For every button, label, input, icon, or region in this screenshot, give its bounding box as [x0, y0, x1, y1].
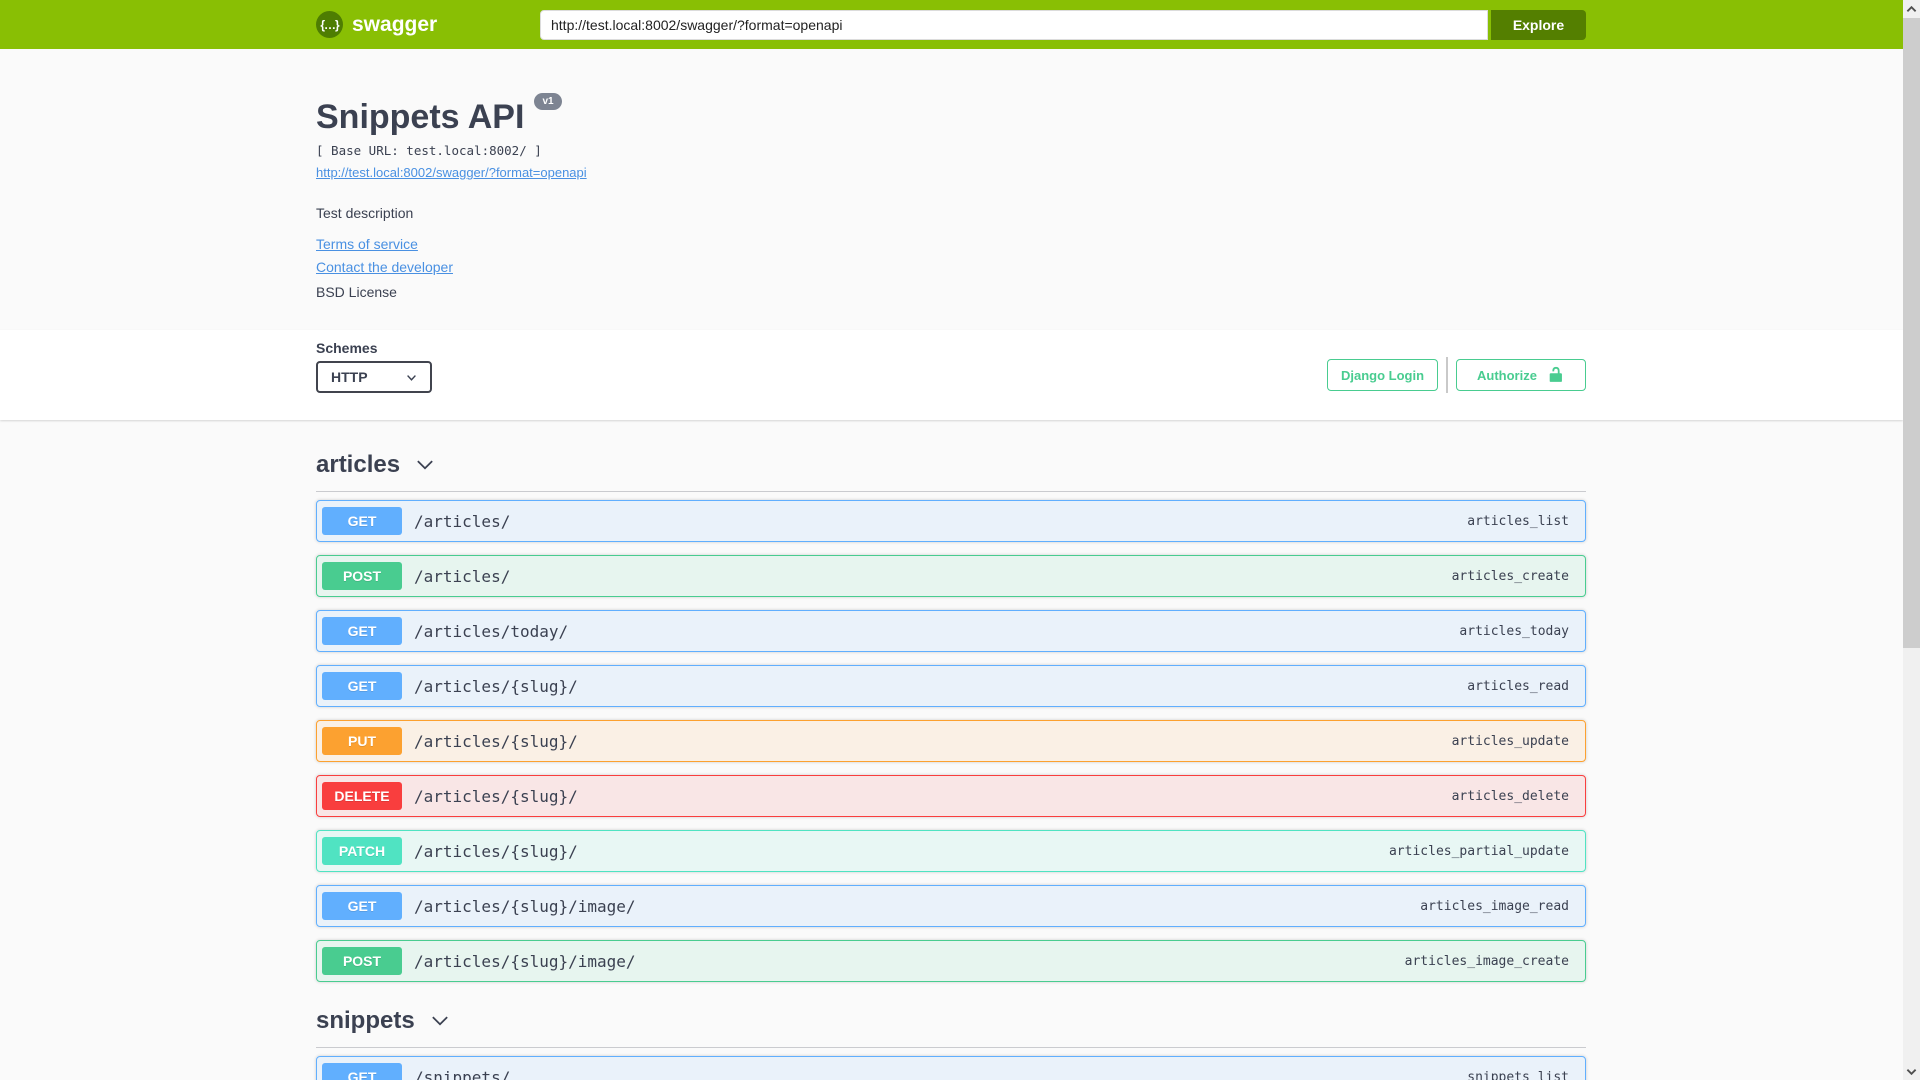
operation-id: articles_delete [1451, 788, 1569, 804]
scroll-up-button[interactable] [1903, 0, 1920, 17]
method-badge: GET [322, 507, 402, 536]
operation-row[interactable]: GET /articles/ articles_list [316, 500, 1586, 543]
operation-id: articles_partial_update [1388, 843, 1569, 859]
method-badge: GET [322, 672, 402, 701]
base-url: [ Base URL: test.local:8002/ ] [316, 143, 542, 159]
schemes-selected-value: HTTP [331, 369, 368, 386]
operation-path: /articles/{slug}/ [414, 841, 578, 861]
unlock-icon [1547, 366, 1565, 384]
scrollbar[interactable] [1903, 0, 1920, 1080]
license-text: BSD License [316, 284, 397, 301]
section-divider [316, 1047, 1586, 1049]
swagger-logo[interactable]: {…} swagger [316, 11, 437, 38]
schemes-block: Schemes HTTP [316, 340, 432, 394]
terms-of-service-link[interactable]: Terms of service [316, 236, 418, 252]
django-login-button[interactable]: Django Login [1327, 359, 1438, 392]
operation-id: articles_image_read [1420, 898, 1569, 914]
operation-path: /articles/{slug}/ [414, 676, 578, 696]
chevron-down-icon[interactable] [414, 454, 436, 476]
method-badge: POST [322, 947, 402, 976]
operation-row[interactable]: GET /snippets/ snippets_list [316, 1056, 1586, 1080]
download-url-form: Explore [540, 9, 1586, 40]
schemes-label: Schemes [316, 340, 378, 357]
chevron-down-icon [405, 371, 418, 384]
operation-id: snippets_list [1467, 1069, 1569, 1080]
operation-id: articles_read [1467, 678, 1569, 694]
scroll-down-button[interactable] [1903, 1063, 1920, 1080]
operation-row[interactable]: PATCH /articles/{slug}/ articles_partial… [316, 830, 1586, 873]
operation-path: /articles/today/ [414, 621, 569, 641]
chevron-down-icon[interactable] [429, 1010, 451, 1032]
operation-row[interactable]: GET /articles/{slug}/image/ articles_ima… [316, 885, 1586, 928]
operation-id: articles_today [1459, 623, 1569, 639]
api-description: Test description [316, 205, 414, 222]
method-badge: GET [322, 892, 402, 921]
operation-path: /articles/{slug}/ [414, 731, 578, 751]
spec-link[interactable]: http://test.local:8002/swagger/?format=o… [316, 165, 587, 180]
version-badge: v1 [534, 93, 562, 110]
contact-developer-link[interactable]: Contact the developer [316, 259, 453, 275]
operation-id: articles_image_create [1404, 953, 1569, 969]
api-sections: articles GET /articles/ articles_list PO… [316, 450, 1586, 1080]
operation-path: /articles/{slug}/ [414, 786, 578, 806]
operation-row[interactable]: GET /articles/today/ articles_today [316, 610, 1586, 653]
tag-title: snippets [316, 1007, 415, 1035]
page-title: Snippets API [316, 98, 525, 136]
scroll-thumb[interactable] [1903, 18, 1920, 648]
operation-id: articles_list [1467, 513, 1569, 529]
authorize-label: Authorize [1477, 367, 1537, 383]
operation-row[interactable]: POST /articles/ articles_create [316, 555, 1586, 598]
info-section: Snippets API v1 [ Base URL: test.local:80… [316, 49, 1586, 300]
auth-wrapper: Django Login Authorize [1327, 357, 1586, 394]
operation-row[interactable]: DELETE /articles/{slug}/ articles_delete [316, 775, 1586, 818]
section-divider [316, 491, 1586, 493]
explore-button[interactable]: Explore [1491, 9, 1586, 40]
operation-row[interactable]: PUT /articles/{slug}/ articles_update [316, 720, 1586, 763]
brand-text: swagger [352, 12, 438, 36]
section-header-articles[interactable]: articles [316, 450, 436, 479]
auth-divider [1446, 357, 1448, 394]
operation-path: /articles/{slug}/image/ [414, 951, 636, 971]
topbar: {…} swagger Explore [0, 0, 1903, 49]
operation-row[interactable]: POST /articles/{slug}/image/ articles_im… [316, 940, 1586, 983]
scheme-container: Schemes HTTP Django Login Authorize [0, 330, 1903, 421]
curly-braces-icon: {…} [316, 11, 343, 38]
api-url-input[interactable] [540, 9, 1488, 40]
tag-title: articles [316, 451, 401, 479]
method-badge: GET [322, 1063, 402, 1080]
operation-id: articles_update [1451, 733, 1569, 749]
operation-row[interactable]: GET /articles/{slug}/ articles_read [316, 665, 1586, 708]
method-badge: GET [322, 617, 402, 646]
method-badge: PATCH [322, 837, 402, 866]
operation-id: articles_create [1451, 568, 1569, 584]
section-header-snippets[interactable]: snippets [316, 1006, 451, 1035]
method-badge: PUT [322, 727, 402, 756]
operation-path: /articles/{slug}/image/ [414, 896, 636, 916]
operation-path: /snippets/ [414, 1067, 511, 1080]
method-badge: DELETE [322, 782, 402, 811]
operation-path: /articles/ [414, 511, 511, 531]
method-badge: POST [322, 562, 402, 591]
operation-path: /articles/ [414, 566, 511, 586]
schemes-select[interactable]: HTTP [316, 361, 432, 394]
authorize-button[interactable]: Authorize [1456, 359, 1586, 392]
